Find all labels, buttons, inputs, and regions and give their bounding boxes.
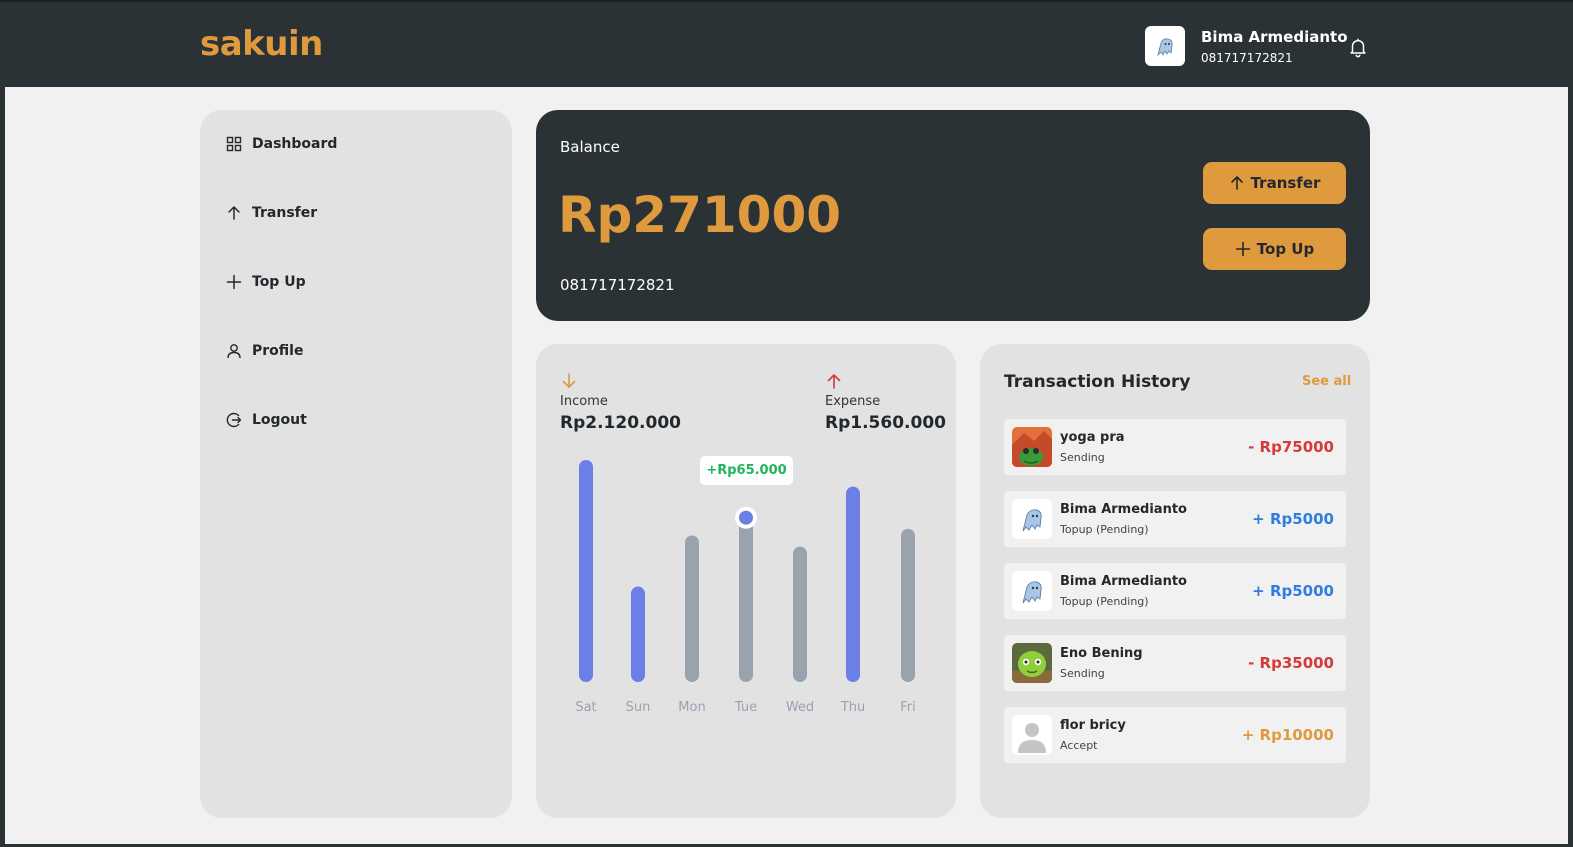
chart-marker-dot: [739, 510, 753, 525]
chart-bar-tue[interactable]: [739, 517, 753, 682]
chart-tick-label: Mon: [678, 700, 705, 715]
transaction-name: Bima Armedianto: [1060, 502, 1187, 517]
sidebar-item-label: Transfer: [252, 205, 318, 221]
income-value: Rp2.120.000: [560, 413, 681, 433]
user-phone: 081717172821: [1201, 51, 1293, 65]
chart-tick-label: Sat: [575, 700, 596, 715]
topup-button[interactable]: Top Up: [1203, 228, 1346, 270]
chart-tooltip: +Rp65.000: [700, 456, 793, 485]
expense-value: Rp1.560.000: [825, 413, 946, 433]
plus-icon: [1235, 241, 1251, 257]
chart-bar-wed[interactable]: [793, 546, 807, 682]
user-avatar[interactable]: [1145, 26, 1185, 66]
arrow-up-icon: [228, 206, 240, 220]
arrow-up-icon: [1230, 176, 1243, 190]
transaction-amount: + Rp10000: [1241, 726, 1334, 744]
balance-amount: Rp271000: [558, 186, 842, 244]
balance-phone: 081717172821: [560, 276, 675, 294]
weekly-bar-chart: Sat Sun Mon Tue Wed Thu Fri: [575, 460, 916, 715]
expense-label: Expense: [825, 394, 881, 409]
balance-label: Balance: [560, 138, 620, 156]
transaction-status: Accept: [1060, 739, 1098, 752]
sidebar-item-topup[interactable]: Top Up: [226, 274, 306, 290]
ghost-avatar: [1012, 571, 1052, 611]
transaction-row[interactable]: yoga pra Sending - Rp75000: [1004, 419, 1346, 475]
chart-bar-sat[interactable]: [579, 460, 593, 682]
transaction-status: Topup (Pending): [1060, 595, 1149, 608]
transaction-row[interactable]: Bima Armedianto Topup (Pending) + Rp5000: [1004, 491, 1346, 547]
sidebar-item-label: Profile: [252, 343, 304, 359]
chart-bar-fri[interactable]: [901, 528, 915, 682]
income-expense-card: Income Rp2.120.000 Expense Rp1.560.000 S…: [536, 344, 956, 818]
user-icon: [227, 344, 241, 359]
sidebar-item-logout[interactable]: Logout: [226, 412, 307, 428]
chart-bar-sun[interactable]: [631, 586, 645, 682]
transfer-button[interactable]: Transfer: [1203, 162, 1346, 204]
transaction-status: Sending: [1060, 451, 1105, 464]
chart-bar-thu[interactable]: [846, 486, 860, 682]
transaction-status: Sending: [1060, 667, 1105, 680]
chart-tick-label: Wed: [786, 700, 814, 715]
transaction-name: Bima Armedianto: [1060, 574, 1187, 589]
transaction-amount: - Rp35000: [1248, 654, 1334, 672]
sidebar-item-transfer[interactable]: Transfer: [226, 205, 317, 221]
chart-bar-mon[interactable]: [685, 535, 699, 682]
see-all-link[interactable]: See all: [1302, 374, 1351, 389]
balance-card: Balance Rp271000 081717172821 Transfer T…: [536, 110, 1370, 321]
transaction-history-card: Transaction History See all yoga pra Sen…: [980, 344, 1370, 818]
frog-avatar: [1012, 427, 1052, 467]
transaction-name: Eno Bening: [1060, 646, 1143, 661]
app-logo[interactable]: sakuin: [200, 24, 323, 64]
grid-icon: [226, 136, 242, 152]
transaction-amount: + Rp5000: [1252, 510, 1334, 528]
transaction-status: Topup (Pending): [1060, 523, 1149, 536]
green-avatar: [1012, 643, 1052, 683]
sidebar-item-label: Logout: [252, 412, 307, 428]
sidebar: Dashboard Transfer Top Up Profile Logout: [200, 110, 512, 818]
transaction-amount: + Rp5000: [1252, 582, 1334, 600]
history-title: Transaction History: [1004, 372, 1191, 392]
ghost-avatar-icon: [1157, 38, 1173, 57]
sidebar-item-label: Top Up: [252, 274, 306, 290]
chart-tick-label: Tue: [734, 700, 757, 715]
logout-icon: [226, 412, 242, 428]
topup-button-label: Top Up: [1256, 240, 1315, 258]
arrow-up-icon: [827, 374, 841, 389]
transaction-amount: - Rp75000: [1248, 438, 1334, 456]
user-name: Bima Armedianto: [1201, 28, 1348, 46]
transaction-name: flor bricy: [1060, 718, 1126, 733]
plus-icon: [226, 274, 242, 290]
expense-stat: Expense Rp1.560.000: [825, 372, 946, 433]
sidebar-item-dashboard[interactable]: Dashboard: [226, 136, 337, 152]
chart-tick-label: Sun: [626, 700, 651, 715]
chart-tick-label: Fri: [900, 700, 916, 715]
income-stat: Income Rp2.120.000: [560, 372, 681, 433]
sidebar-item-profile[interactable]: Profile: [226, 343, 303, 359]
transfer-button-label: Transfer: [1250, 174, 1321, 192]
arrow-down-icon: [562, 373, 576, 388]
transaction-row[interactable]: flor bricy Accept + Rp10000: [1004, 707, 1346, 763]
transaction-row[interactable]: Eno Bening Sending - Rp35000: [1004, 635, 1346, 691]
chart-tick-label: Thu: [840, 700, 865, 715]
default-person-avatar: [1012, 715, 1052, 755]
income-label: Income: [560, 394, 608, 409]
ghost-avatar: [1012, 499, 1052, 539]
bell-icon[interactable]: [1347, 35, 1369, 59]
transaction-row[interactable]: Bima Armedianto Topup (Pending) + Rp5000: [1004, 563, 1346, 619]
sidebar-item-label: Dashboard: [252, 136, 338, 152]
top-bar: sakuin Bima Armedianto 081717172821: [0, 0, 1573, 87]
transaction-name: yoga pra: [1060, 430, 1125, 445]
